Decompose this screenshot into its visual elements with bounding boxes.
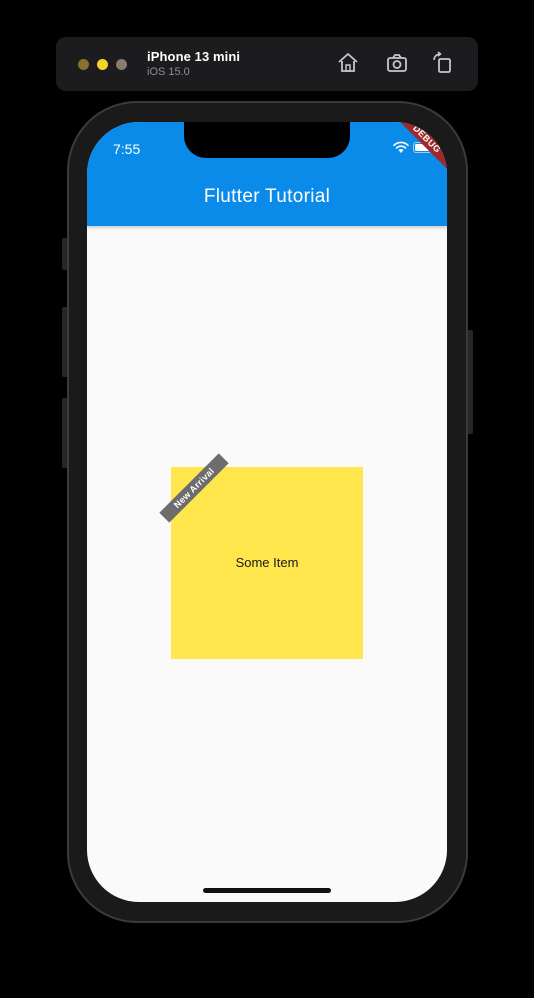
- rotate-icon[interactable]: [430, 51, 454, 75]
- wifi-icon: [393, 141, 409, 153]
- device-name: iPhone 13 mini: [147, 49, 241, 64]
- simulator-toolbar: iPhone 13 mini iOS 15.0: [56, 37, 478, 91]
- device-screen: 7:55 DEBUG Flutter Tutorial New Arrival …: [87, 122, 447, 902]
- home-icon[interactable]: [336, 51, 360, 75]
- home-indicator[interactable]: [203, 888, 331, 893]
- item-card[interactable]: New Arrival Some Item: [159, 453, 363, 659]
- window-minimize-button[interactable]: [97, 59, 108, 70]
- window-maximize-button[interactable]: [116, 59, 127, 70]
- status-time: 7:55: [113, 141, 141, 157]
- notch: [184, 122, 350, 158]
- window-close-button[interactable]: [78, 59, 89, 70]
- item-label: Some Item: [235, 555, 299, 570]
- app-title: Flutter Tutorial: [203, 186, 331, 207]
- screenshot-icon[interactable]: [385, 51, 409, 75]
- new-arrival-banner: New Arrival: [159, 453, 229, 523]
- simulator-stage: iPhone 13 mini iOS 15.0 7:55 DEBUG Flutt…: [0, 0, 534, 998]
- device-os-version: iOS 15.0: [147, 66, 190, 78]
